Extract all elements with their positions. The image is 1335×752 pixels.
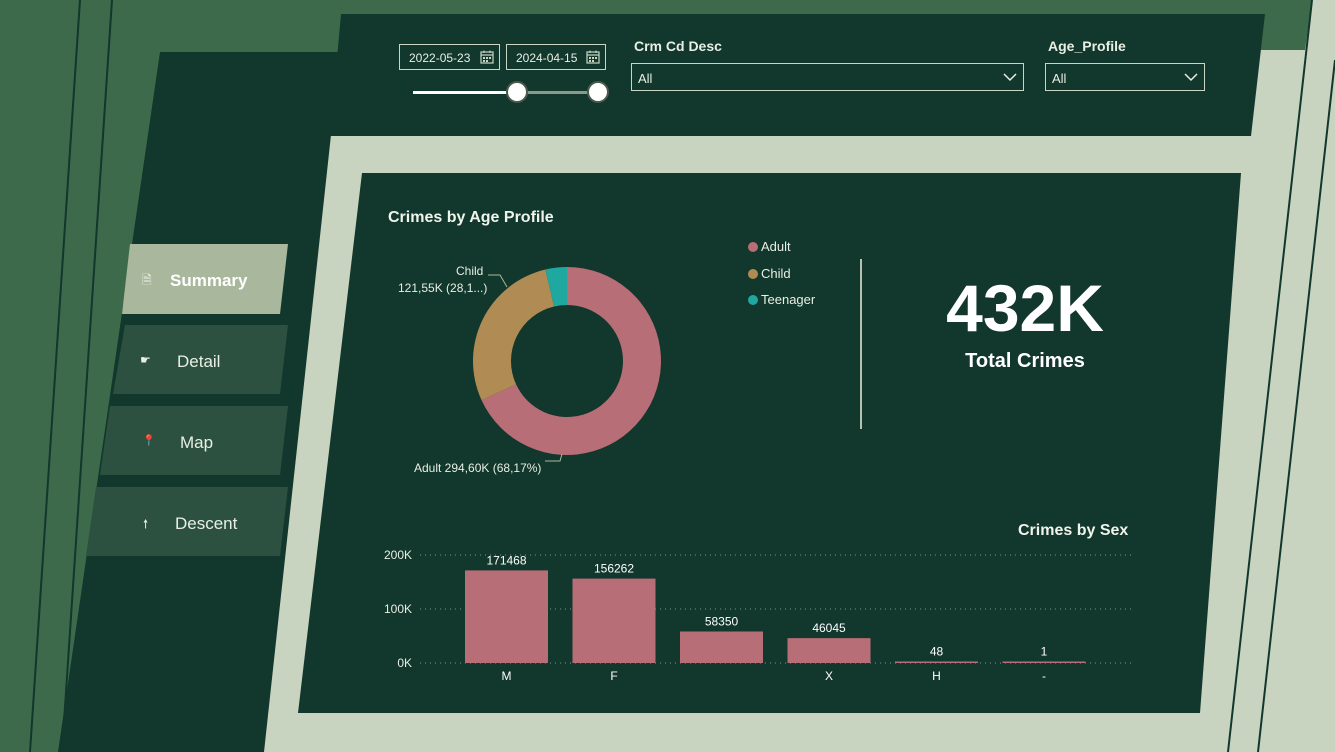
x-tick-label: M <box>502 669 512 683</box>
crime-desc-dropdown[interactable]: All <box>631 63 1024 91</box>
y-tick-label: 0K <box>397 656 412 670</box>
legend-dot-teenager <box>748 295 758 305</box>
legend-dot-adult <box>748 242 758 252</box>
bar[interactable] <box>572 578 656 663</box>
start-date-value: 2022-05-23 <box>409 51 471 65</box>
donut-leader-child <box>488 274 508 288</box>
date-slider-start-handle[interactable] <box>506 81 528 103</box>
y-tick-label: 100K <box>384 602 412 616</box>
nav-item-map[interactable]: 📍 Map <box>130 406 290 475</box>
end-date-value: 2024-04-15 <box>516 51 578 65</box>
donut-label-adult: Adult 294,60K (68,17%) <box>414 461 542 475</box>
x-tick-label: H <box>932 669 941 683</box>
nav-item-detail-label: Detail <box>177 352 221 371</box>
nav-item-descent-label: Descent <box>175 514 238 533</box>
bar-value-label: 1 <box>1041 645 1048 659</box>
age-profile-selected: All <box>1052 71 1067 86</box>
bar[interactable] <box>787 638 871 663</box>
bar-value-label: 171468 <box>486 553 526 567</box>
kpi-divider <box>860 259 862 429</box>
chevron-down-icon <box>1184 73 1198 82</box>
donut-label-child-value: 121,55K (28,1...) <box>398 281 488 295</box>
pushpin-icon: 📍 <box>142 435 156 447</box>
bar-chart-title: Crimes by Sex <box>1018 522 1129 539</box>
legend-item-child[interactable]: Child <box>748 266 791 281</box>
legend-label-teenager: Teenager <box>761 292 816 307</box>
bar-value-label: 48 <box>930 645 944 659</box>
calendar-icon[interactable] <box>480 50 494 64</box>
age-profile-filter-title: Age_Profile <box>1048 38 1126 54</box>
crime-desc-selected: All <box>638 71 653 86</box>
legend-item-adult[interactable]: Adult <box>748 239 791 254</box>
bar[interactable] <box>1002 661 1086 664</box>
donut-label-child-name: Child <box>456 264 484 278</box>
pointing-hand-icon: ☛ <box>140 353 151 367</box>
x-tick-label: F <box>610 669 617 683</box>
bar-value-label: 156262 <box>594 562 634 576</box>
person-icon: 🠕 <box>143 517 149 531</box>
total-crimes-value: 432K <box>946 271 1104 345</box>
bar-chart: 0K 100K 200K 171468 M 156262 F 58350 46045 X 48 H 1 - <box>384 548 1132 683</box>
bar[interactable] <box>680 631 763 663</box>
calendar-icon[interactable] <box>586 50 600 64</box>
y-tick-label: 200K <box>384 548 412 562</box>
legend-item-teenager[interactable]: Teenager <box>748 292 815 307</box>
date-slider-fill <box>413 91 517 94</box>
start-date-input[interactable]: 2022-05-23 <box>399 44 500 70</box>
nav-item-summary-label: Summary <box>170 271 248 290</box>
chevron-down-icon <box>1003 73 1017 82</box>
bar[interactable] <box>465 570 548 663</box>
donut-chart <box>473 267 661 462</box>
nav-item-map-label: Map <box>180 433 214 452</box>
age-profile-dropdown[interactable]: All <box>1045 63 1205 91</box>
nav-item-descent[interactable]: 🠕 Descent <box>130 487 290 556</box>
nav-item-summary[interactable]: 🗎 Summary <box>130 244 290 313</box>
donut-chart-title: Crimes by Age Profile <box>388 209 554 226</box>
nav-item-detail[interactable]: ☛ Detail <box>130 325 290 394</box>
legend-label-child: Child <box>761 266 791 281</box>
x-tick-label: - <box>1042 669 1046 683</box>
legend-dot-child <box>748 269 758 279</box>
document-icon: 🗎 <box>142 273 152 287</box>
bar-value-label: 58350 <box>705 614 739 628</box>
crime-desc-filter-title: Crm Cd Desc <box>634 38 722 54</box>
total-crimes-label: Total Crimes <box>965 350 1085 372</box>
end-date-input[interactable]: 2024-04-15 <box>506 44 606 70</box>
legend-label-adult: Adult <box>761 239 791 254</box>
bar[interactable] <box>895 661 978 664</box>
x-tick-label: X <box>825 669 833 683</box>
date-slider-end-handle[interactable] <box>587 81 609 103</box>
bar-value-label: 46045 <box>812 621 846 635</box>
donut-leader-adult <box>545 453 563 462</box>
